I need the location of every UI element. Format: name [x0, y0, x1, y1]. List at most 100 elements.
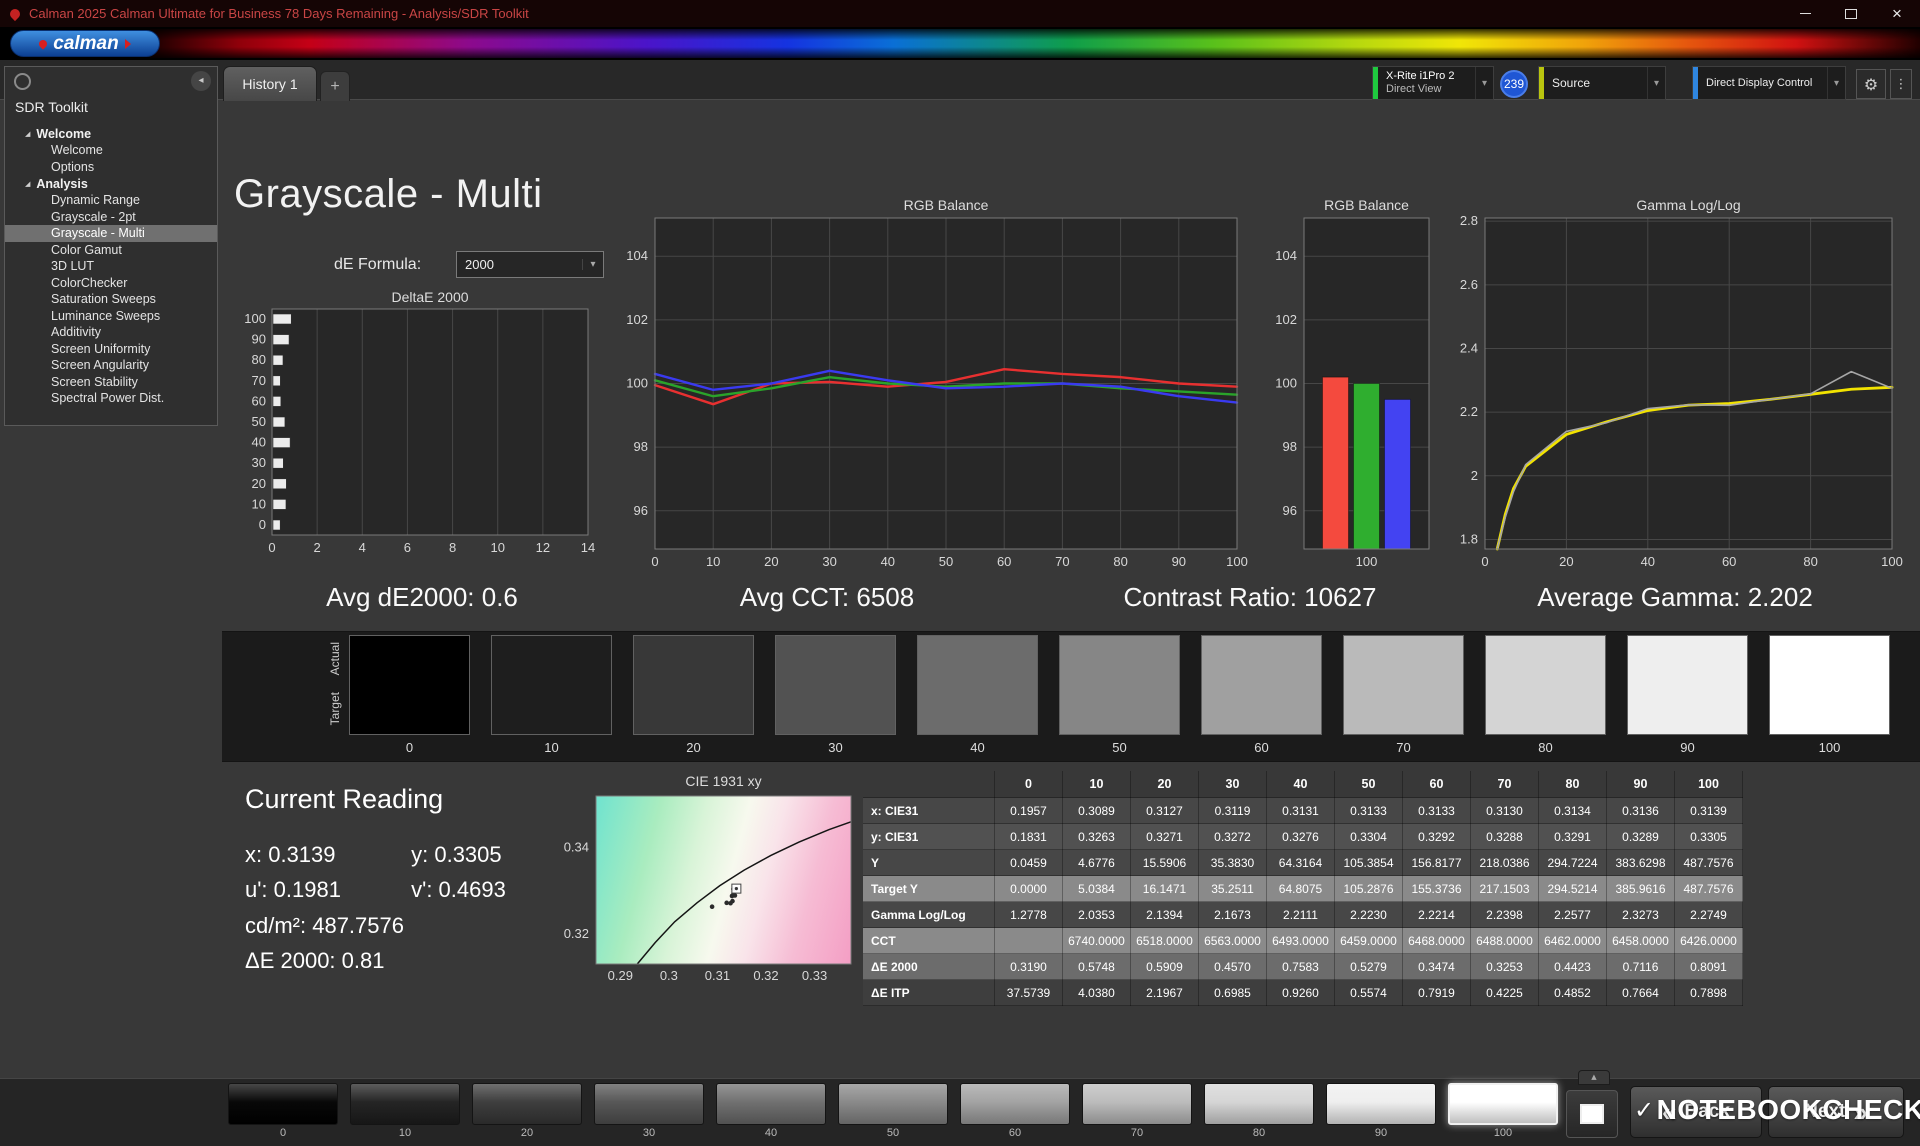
close-button[interactable]: ×	[1874, 0, 1920, 27]
table-column-header: 40	[1267, 771, 1335, 798]
ellipsis-icon: ⋮	[1895, 77, 1908, 92]
pattern-button-80[interactable]	[1204, 1083, 1314, 1125]
more-options-button[interactable]: ⋮	[1890, 69, 1912, 99]
table-cell: 105.2876	[1335, 876, 1403, 902]
grayscale-swatch-20: 20	[633, 635, 754, 755]
table-cell: 385.9616	[1607, 876, 1675, 902]
source-select[interactable]: Source ▾	[1538, 66, 1666, 100]
title-bar: Calman 2025 Calman Ultimate for Business…	[0, 0, 1920, 27]
swatch-color	[1059, 635, 1180, 735]
pattern-button-0[interactable]	[228, 1083, 338, 1125]
row-label: Gamma Log/Log	[863, 902, 995, 928]
sidebar-item-screen-angularity[interactable]: Screen Angularity	[5, 357, 217, 374]
table-cell: 0.4852	[1539, 980, 1607, 1006]
pattern-cell-50: 50	[838, 1083, 948, 1139]
svg-text:100: 100	[1275, 376, 1297, 391]
sidebar-item-color-gamut[interactable]: Color Gamut	[5, 242, 217, 259]
sidebar-item-dynamic-range[interactable]: Dynamic Range	[5, 192, 217, 209]
minimize-icon	[1800, 13, 1811, 14]
display-control-label: Direct Display Control	[1698, 67, 1827, 99]
rainbow-gradient-bar	[150, 29, 1920, 58]
swatch-level-label: 40	[970, 740, 984, 755]
swatch-color	[1485, 635, 1606, 735]
table-cell: 0.3134	[1539, 798, 1607, 824]
svg-text:104: 104	[1275, 248, 1297, 263]
sidebar-item-luminance-sweeps[interactable]: Luminance Sweeps	[5, 308, 217, 325]
pattern-button-70[interactable]	[1082, 1083, 1192, 1125]
calman-logo[interactable]: calman	[10, 30, 160, 57]
svg-text:0.31: 0.31	[705, 968, 730, 983]
table-cell: 2.2230	[1335, 902, 1403, 928]
display-control-select[interactable]: Direct Display Control ▾	[1692, 66, 1846, 100]
pattern-button-60[interactable]	[960, 1083, 1070, 1125]
svg-text:0.33: 0.33	[802, 968, 827, 983]
sidebar-item-spectral-power-dist[interactable]: Spectral Power Dist.	[5, 390, 217, 407]
session-record-icon[interactable]	[14, 73, 31, 90]
current-reading-de: ΔE 2000: 0.81	[245, 948, 384, 974]
de-formula-label: dE Formula:	[334, 256, 421, 274]
panel-expand-button[interactable]: ▲	[1578, 1070, 1610, 1085]
pattern-level-label: 60	[1009, 1127, 1021, 1139]
pattern-cell-40: 40	[716, 1083, 826, 1139]
meter-select[interactable]: X-Rite i1Pro 2 Direct View ▾	[1372, 66, 1494, 100]
avg-de2000-stat: Avg dE2000: 0.6	[326, 582, 518, 613]
sidebar-section-analysis[interactable]: ◢Analysis	[5, 175, 217, 192]
sidebar-item-options[interactable]: Options	[5, 159, 217, 176]
pattern-button-50[interactable]	[838, 1083, 948, 1125]
sidebar-item-screen-uniformity[interactable]: Screen Uniformity	[5, 341, 217, 358]
pattern-cell-80: 80	[1204, 1083, 1314, 1139]
sidebar-item-saturation-sweeps[interactable]: Saturation Sweeps	[5, 291, 217, 308]
tab-label: History 1	[242, 76, 297, 92]
grayscale-swatch-30: 30	[775, 635, 896, 755]
swatch-color	[1627, 635, 1748, 735]
pattern-button-30[interactable]	[594, 1083, 704, 1125]
pattern-button-90[interactable]	[1326, 1083, 1436, 1125]
table-cell: 0.3133	[1335, 798, 1403, 824]
sidebar-item-grayscale-2pt[interactable]: Grayscale - 2pt	[5, 209, 217, 226]
avg-cct-stat: Avg CCT: 6508	[740, 582, 914, 613]
add-tab-button[interactable]: +	[320, 71, 350, 101]
back-button[interactable]: « Back	[1630, 1086, 1762, 1138]
sidebar-item-welcome[interactable]: Welcome	[5, 142, 217, 159]
pattern-button-40[interactable]	[716, 1083, 826, 1125]
svg-text:CIE 1931 xy: CIE 1931 xy	[685, 773, 761, 789]
table-cell: 0.7898	[1675, 980, 1743, 1006]
table-cell: 0.7116	[1607, 954, 1675, 980]
maximize-button[interactable]	[1828, 0, 1874, 27]
svg-text:2.4: 2.4	[1460, 340, 1478, 355]
chevron-up-icon: ▲	[1591, 1073, 1596, 1081]
pattern-level-label: 90	[1375, 1127, 1387, 1139]
pattern-window-button[interactable]	[1566, 1090, 1618, 1138]
pattern-button-100[interactable]	[1448, 1083, 1558, 1125]
sidebar-item-additivity[interactable]: Additivity	[5, 324, 217, 341]
pattern-button-20[interactable]	[472, 1083, 582, 1125]
svg-text:10: 10	[490, 540, 504, 555]
sidebar-item-grayscale-multi[interactable]: Grayscale - Multi	[5, 225, 217, 242]
pattern-level-label: 70	[1131, 1127, 1143, 1139]
minimize-button[interactable]	[1782, 0, 1828, 27]
swatch-color	[349, 635, 470, 735]
table-cell: 0.8091	[1675, 954, 1743, 980]
sidebar-item-screen-stability[interactable]: Screen Stability	[5, 374, 217, 391]
next-button[interactable]: Next »	[1768, 1086, 1904, 1138]
row-label: x: CIE31	[863, 798, 995, 824]
table-row-e-2000: ΔE 20000.31900.57480.59090.45700.75830.5…	[863, 954, 1743, 980]
close-icon: ×	[1892, 5, 1902, 22]
svg-text:60: 60	[997, 554, 1011, 569]
table-cell: 0.3130	[1471, 798, 1539, 824]
svg-text:0: 0	[259, 517, 266, 532]
settings-button[interactable]: ⚙	[1856, 69, 1886, 99]
tab-history-1[interactable]: History 1	[223, 66, 317, 101]
sidebar-section-welcome[interactable]: ◢Welcome	[5, 125, 217, 142]
table-cell: 6426.0000	[1675, 928, 1743, 954]
window-controls: ×	[1782, 0, 1920, 27]
svg-text:RGB Balance: RGB Balance	[904, 197, 989, 213]
table-cell: 6468.0000	[1403, 928, 1471, 954]
sidebar-item-3d-lut[interactable]: 3D LUT	[5, 258, 217, 275]
pattern-button-10[interactable]	[350, 1083, 460, 1125]
table-cell: 0.3133	[1403, 798, 1471, 824]
sidebar-item-colorchecker[interactable]: ColorChecker	[5, 275, 217, 292]
de-formula-select[interactable]: 2000 ▾	[456, 251, 604, 278]
sidebar-collapse-button[interactable]: ◂	[191, 71, 211, 91]
maximize-icon	[1845, 9, 1857, 19]
